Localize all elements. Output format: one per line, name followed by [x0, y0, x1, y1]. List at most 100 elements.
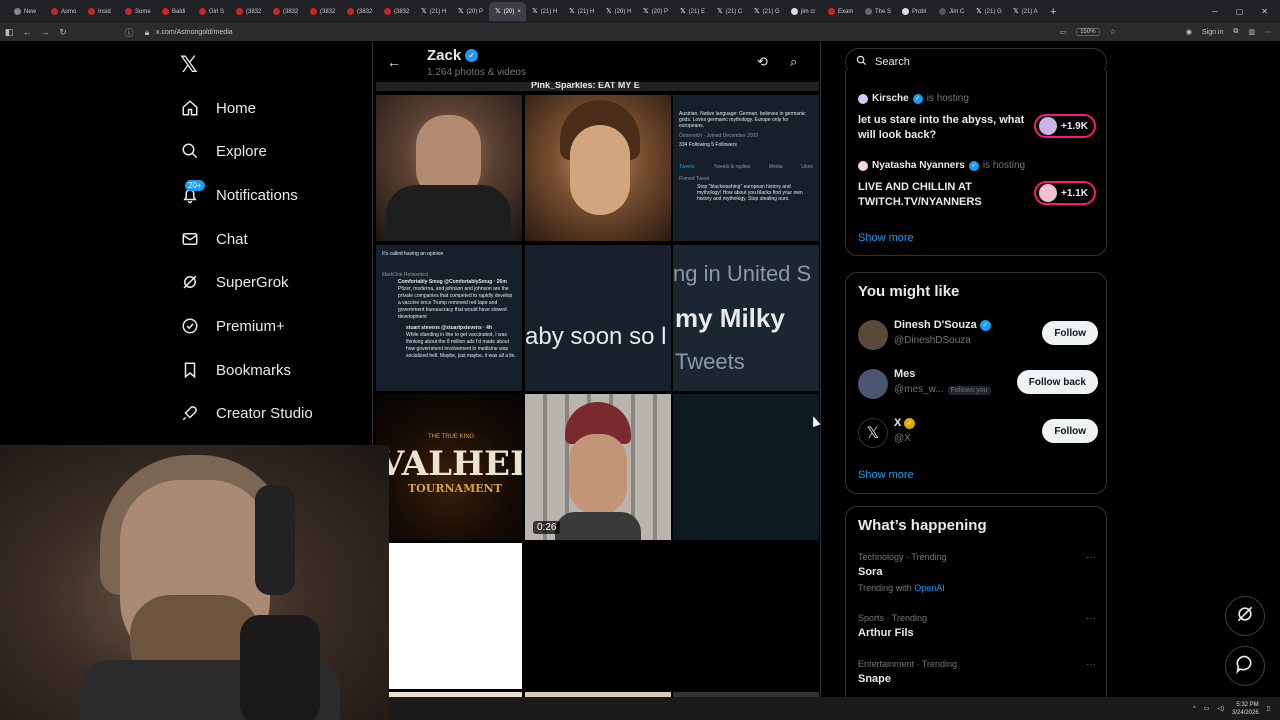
media-tile-dark[interactable] — [673, 394, 819, 540]
browser-tab[interactable]: (3832 — [304, 2, 341, 21]
nav-chat[interactable]: Chat — [180, 224, 248, 254]
nav-explore[interactable]: Explore — [180, 136, 267, 166]
browser-tab[interactable]: Insid — [82, 2, 119, 21]
media-tile-graphic[interactable]: THE TRUE KING VALHEIM TOURNAMENT — [376, 394, 522, 540]
messages-float-button[interactable] — [1225, 646, 1265, 686]
more-options-icon[interactable]: ··· — [1086, 659, 1096, 670]
close-tab-icon[interactable]: × — [517, 9, 521, 15]
extensions-icon[interactable]: ⧉ — [1233, 28, 1238, 36]
more-options-icon[interactable]: ··· — [1086, 613, 1096, 624]
bookmark-star-icon[interactable]: ☆ — [1110, 28, 1116, 36]
media-tile-photo[interactable] — [376, 95, 522, 241]
browser-tab[interactable]: 𝕏 (21) G — [970, 2, 1007, 21]
browser-tab[interactable]: 𝕏 (21) H — [415, 2, 452, 21]
minimize-icon[interactable]: ─ — [1212, 7, 1218, 16]
follow-back-button[interactable]: Follow back — [1016, 370, 1098, 394]
browser-tab[interactable]: Probl — [896, 2, 933, 21]
follow-button[interactable]: Follow — [1042, 321, 1098, 345]
screen-share-icon[interactable]: ▭ — [1060, 28, 1067, 36]
media-tile-screenshot[interactable]: Austrian. Native language: German. belie… — [673, 95, 819, 241]
browser-tab[interactable]: (3832 — [230, 2, 267, 21]
space-listeners-pill[interactable]: +1.9K — [1034, 114, 1096, 138]
browser-tab-active[interactable]: 𝕏 (20) × — [489, 2, 526, 21]
browser-tab[interactable]: 𝕏 (21) H — [563, 2, 600, 21]
media-count: 1,264 photos & videos — [427, 67, 526, 78]
url-field[interactable]: x.com/Asmongold/media — [156, 29, 233, 36]
trend-item[interactable]: Entertainment · Trending Snape ··· — [858, 659, 1098, 685]
forward-icon[interactable]: → — [36, 27, 54, 37]
browser-tab[interactable]: Some — [119, 2, 156, 21]
browser-tab[interactable]: 𝕏 (21) C — [711, 2, 748, 21]
close-window-icon[interactable]: ✕ — [1261, 7, 1268, 16]
browser-tab[interactable]: jim cr — [785, 2, 822, 21]
browser-tab[interactable]: (3832 — [267, 2, 304, 21]
menu-icon[interactable]: ⋯ — [1265, 28, 1272, 36]
browser-tab[interactable]: Baldi — [156, 2, 193, 21]
reload-icon[interactable]: ↻ — [54, 27, 72, 38]
new-tab-icon[interactable]: + — [1044, 6, 1062, 18]
browser-tab[interactable]: Jim C — [933, 2, 970, 21]
media-tile-screenshot[interactable]: ng in United S my Milky Tweets — [673, 245, 819, 391]
hoodie-shape — [386, 185, 511, 241]
volume-icon[interactable]: ◁) — [1217, 705, 1224, 712]
media-tile-white[interactable] — [389, 543, 522, 689]
media-tile-screenshot[interactable]: It's called having an opinion MarkOne Re… — [376, 245, 522, 391]
media-tile-video[interactable]: 0:26 — [525, 394, 671, 540]
space-listeners-pill[interactable]: +1.1K — [1034, 181, 1096, 205]
taskbar-clock[interactable]: 5:32 PM 3/24/2026 — [1232, 701, 1259, 717]
nav-bookmarks[interactable]: Bookmarks — [180, 355, 291, 385]
maximize-icon[interactable]: ▢ — [1236, 7, 1244, 16]
media-tile-blank[interactable] — [525, 543, 671, 689]
sign-in-label[interactable]: Sign in — [1202, 29, 1223, 36]
browser-tab[interactable]: Asmo — [45, 2, 82, 21]
browser-tab[interactable]: Girl S — [193, 2, 230, 21]
trend-related-link[interactable]: OpenAI — [914, 583, 945, 593]
split-view-icon[interactable]: ▥ — [1248, 28, 1255, 36]
nav-premium[interactable]: Premium+ — [180, 311, 285, 341]
browser-tab[interactable]: 𝕏 (20) P — [637, 2, 674, 21]
site-info-icon[interactable]: ⓘ — [120, 26, 138, 39]
sidebar-toggle-icon[interactable]: ◧ — [0, 27, 18, 38]
media-tile-photo[interactable] — [525, 95, 671, 241]
browser-tab[interactable]: 𝕏 (21) G — [748, 2, 785, 21]
browser-tab[interactable]: (3832 — [341, 2, 378, 21]
network-icon[interactable]: ▭ — [1204, 705, 1210, 712]
browser-tab[interactable]: 𝕏 (21) E — [674, 2, 711, 21]
space-title[interactable]: let us stare into the abyss, what will l… — [858, 113, 1028, 143]
browser-tab[interactable]: 𝕏 (21) H — [526, 2, 563, 21]
media-tile-blank[interactable] — [673, 543, 819, 689]
browser-tab[interactable]: Exam — [822, 2, 859, 21]
browser-tab[interactable]: (3832 — [378, 2, 415, 21]
zoom-level[interactable]: 150% — [1076, 28, 1100, 36]
suggested-user[interactable]: 𝕏 X ✓ @X Follow — [858, 415, 1098, 455]
notification-icon[interactable]: ▯ — [1267, 705, 1270, 712]
trend-item[interactable]: Technology · Trending Sora Trending with… — [858, 552, 1098, 593]
back-arrow-icon[interactable]: ← — [387, 54, 401, 70]
back-icon[interactable]: ← — [18, 27, 36, 37]
nav-notifications[interactable]: 20+ Notifications — [180, 180, 298, 210]
browser-tab[interactable]: 𝕏 (20) H — [600, 2, 637, 21]
browser-tab[interactable]: 𝕏 (21) A — [1007, 2, 1044, 21]
more-options-icon[interactable]: ··· — [1086, 552, 1096, 563]
browser-tab[interactable]: The S — [859, 2, 896, 21]
trend-item[interactable]: Sports · Trending Arthur Fils ··· — [858, 613, 1098, 639]
nav-home[interactable]: Home — [180, 93, 256, 123]
suggested-user[interactable]: Mes @mes_w... Follows you Follow back — [858, 366, 1098, 406]
browser-tab[interactable]: 𝕏 (20) P — [452, 2, 489, 21]
grok-analyze-icon[interactable]: ⟲ — [757, 54, 768, 70]
space-title[interactable]: LIVE AND CHILLIN AT TWITCH.TV/NYANNERS — [858, 180, 1028, 210]
x-logo-icon[interactable]: 𝕏 — [180, 52, 198, 78]
nav-supergrok[interactable]: SuperGrok — [180, 267, 289, 297]
follow-button[interactable]: Follow — [1042, 419, 1098, 443]
browser-tab[interactable]: New — [8, 2, 45, 21]
grok-float-button[interactable] — [1225, 596, 1265, 636]
spaces-show-more-link[interactable]: Show more — [858, 232, 914, 244]
tray-chevron-icon[interactable]: ^ — [1193, 706, 1196, 712]
profile-icon[interactable]: ◉ — [1186, 28, 1192, 36]
who-to-follow-show-more-link[interactable]: Show more — [858, 469, 914, 481]
search-profile-icon[interactable]: ⌕ — [790, 54, 797, 70]
media-tile-video-frame[interactable]: aby soon so l — [525, 245, 671, 391]
nav-creator-studio[interactable]: Creator Studio — [180, 398, 313, 428]
nav-label: SuperGrok — [216, 273, 289, 291]
suggested-user[interactable]: Dinesh D'Souza ✓ @DineshDSouza Follow — [858, 317, 1098, 357]
